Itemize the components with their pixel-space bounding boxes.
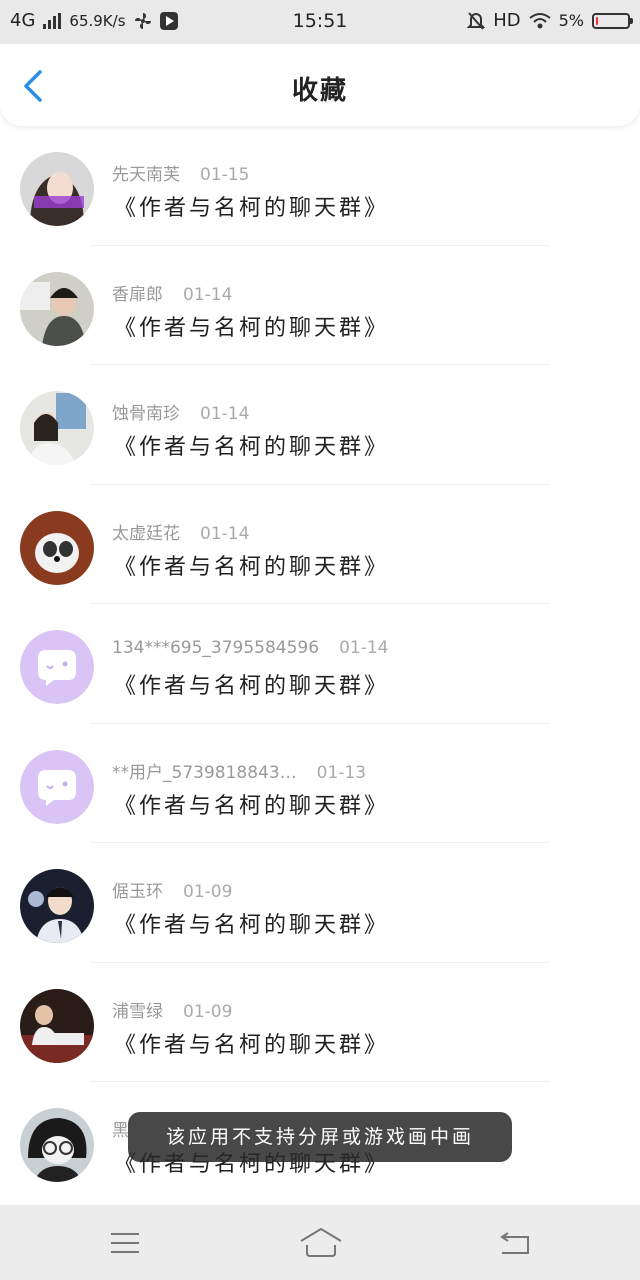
avatar[interactable] — [20, 152, 94, 226]
avatar[interactable] — [20, 988, 94, 1063]
avatar[interactable] — [20, 869, 94, 943]
item-date: 01-14 — [183, 284, 233, 305]
default-chat-avatar-icon — [20, 749, 94, 824]
item-date: 01-13 — [316, 762, 367, 783]
avatar[interactable] — [20, 749, 94, 824]
status-bar: 4G 65.9K/s 15:51 HD 5% — [0, 0, 640, 44]
item-date: 01-14 — [200, 404, 250, 424]
item-message: 《作者与名柯的聊天群》 — [114, 793, 390, 819]
item-message: 《作者与名柯的聊天群》 — [114, 913, 390, 938]
home-icon[interactable] — [298, 1223, 344, 1263]
user-photo-icon — [20, 152, 94, 226]
item-name: 浦雪绿 — [112, 1001, 163, 1022]
hd-indicator: HD — [493, 10, 521, 31]
user-photo-icon — [20, 1108, 94, 1182]
item-date: 01-09 — [183, 1001, 233, 1022]
battery-level — [596, 16, 598, 25]
top-bar: 收藏 — [0, 44, 640, 126]
page-title: 收藏 — [291, 76, 348, 106]
item-name: 蚀骨南珍 — [112, 404, 180, 424]
default-chat-avatar-icon — [20, 630, 94, 704]
item-message: 《作者与名柯的聊天群》 — [114, 674, 390, 699]
item-message: 《作者与名柯的聊天群》 — [114, 435, 390, 460]
user-photo-icon — [20, 988, 94, 1063]
item-name: 香扉郎 — [112, 284, 163, 305]
item-date: 01-15 — [200, 165, 250, 185]
avatar[interactable] — [20, 391, 94, 465]
item-date: 01-09 — [183, 882, 233, 902]
list-item[interactable]: 倨玉环 01-09 《作者与名柯的聊天群》 — [0, 843, 640, 963]
list-item[interactable]: 134***695_3795584596 01-14 《作者与名柯的聊天群》 — [0, 604, 640, 724]
item-name: 先天南芙 — [112, 165, 180, 185]
avatar[interactable] — [20, 1108, 94, 1182]
navigation-bar — [0, 1205, 640, 1280]
item-name: 倨玉环 — [112, 882, 163, 902]
user-photo-icon — [20, 391, 94, 465]
user-photo-icon — [20, 510, 94, 585]
toast-message: 该应用不支持分屏或游戏画中画 — [128, 1112, 512, 1162]
avatar[interactable] — [20, 271, 94, 346]
list-item[interactable]: **用户_5739818843… 01-13 《作者与名柯的聊天群》 — [0, 724, 640, 843]
user-photo-icon — [20, 869, 94, 943]
battery-percent: 5% — [558, 11, 584, 30]
item-date: 01-14 — [200, 523, 250, 544]
item-message: 《作者与名柯的聊天群》 — [114, 315, 390, 341]
avatar[interactable] — [20, 630, 94, 704]
list-item[interactable]: 蚀骨南珍 01-14 《作者与名柯的聊天群》 — [0, 365, 640, 485]
back-nav-icon[interactable] — [496, 1223, 536, 1263]
item-date: 01-14 — [339, 638, 389, 658]
list-item[interactable]: 太虚廷花 01-14 《作者与名柯的聊天群》 — [0, 485, 640, 604]
user-photo-icon — [20, 271, 94, 346]
item-name: 134***695_3795584596 — [112, 638, 320, 658]
battery-icon — [592, 12, 633, 29]
menu-icon[interactable] — [105, 1223, 145, 1263]
item-message: 《作者与名柯的聊天群》 — [114, 1032, 390, 1058]
mute-bell-icon — [467, 11, 486, 30]
avatar[interactable] — [20, 510, 94, 585]
favorites-list: 先天南芙 01-15 《作者与名柯的聊天群》 香扉郎 01-14 《作者与名柯的聊天… — [0, 126, 640, 1202]
item-name: **用户_5739818843… — [112, 762, 297, 783]
list-item[interactable]: 先天南芙 01-15 《作者与名柯的聊天群》 — [0, 126, 640, 246]
item-name: 黑 — [112, 1121, 129, 1141]
item-name: 太虚廷花 — [112, 523, 180, 544]
item-message: 《作者与名柯的聊天群》 — [114, 554, 390, 580]
list-item[interactable]: 香扉郎 01-14 《作者与名柯的聊天群》 — [0, 246, 640, 365]
list-item[interactable]: 浦雪绿 01-09 《作者与名柯的聊天群》 — [0, 963, 640, 1082]
wifi-icon — [528, 12, 551, 28]
item-message: 《作者与名柯的聊天群》 — [114, 196, 390, 221]
